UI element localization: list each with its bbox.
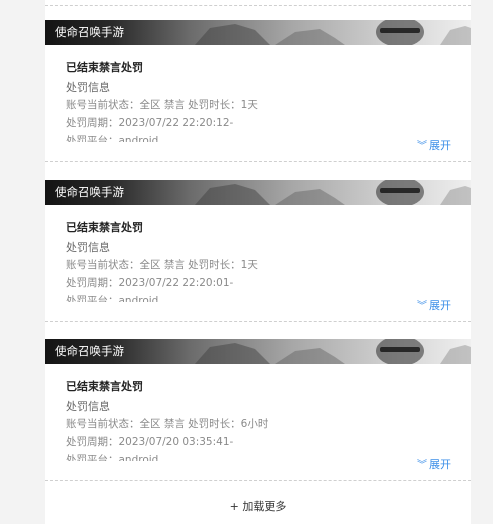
penalty-card: 使命召唤手游 已结束禁言处罚 处罚信息 账号当前状态：全区 禁言 处罚时长：1天…	[45, 20, 471, 162]
account-status: 账号当前状态：全区 禁言 处罚时长：1天	[66, 99, 258, 111]
double-chevron-down-icon: ︾	[417, 141, 427, 152]
record-title: 已结束禁言处罚	[66, 221, 143, 234]
double-chevron-down-icon: ︾	[417, 301, 427, 312]
divider	[45, 480, 471, 481]
account-status: 账号当前状态：全区 禁言 处罚时长：6小时	[66, 418, 269, 430]
double-chevron-down-icon: ︾	[417, 460, 427, 471]
expand-label: 展开	[429, 139, 451, 152]
expand-label: 展开	[429, 299, 451, 312]
divider	[45, 5, 471, 6]
game-banner: 使命召唤手游	[45, 339, 471, 364]
penalty-period: 处罚周期：2023/07/22 22:20:12-	[66, 117, 234, 129]
expand-label: 展开	[429, 458, 451, 471]
expand-button[interactable]: ︾ 展开	[417, 457, 451, 473]
game-banner: 使命召唤手游	[45, 20, 471, 45]
game-name: 使命召唤手游	[55, 185, 124, 199]
record-content: 已结束禁言处罚 处罚信息 账号当前状态：全区 禁言 处罚时长：1天 处罚周期：2…	[66, 220, 446, 302]
record-content: 已结束禁言处罚 处罚信息 账号当前状态：全区 禁言 处罚时长：1天 处罚周期：2…	[66, 60, 446, 142]
record-title: 已结束禁言处罚	[66, 61, 143, 74]
penalty-platform: 处罚平台：android	[66, 454, 159, 461]
section-label: 处罚信息	[66, 81, 110, 94]
record-title: 已结束禁言处罚	[66, 380, 143, 393]
penalty-platform: 处罚平台：android	[66, 295, 159, 302]
game-name: 使命召唤手游	[55, 344, 124, 358]
penalty-period: 处罚周期：2023/07/22 22:20:01-	[66, 277, 234, 289]
expand-button[interactable]: ︾ 展开	[417, 138, 451, 154]
penalty-period: 处罚周期：2023/07/20 03:35:41-	[66, 436, 234, 448]
load-more-button[interactable]: + 加载更多	[45, 497, 471, 517]
game-name: 使命召唤手游	[55, 25, 124, 39]
record-content: 已结束禁言处罚 处罚信息 账号当前状态：全区 禁言 处罚时长：6小时 处罚周期：…	[66, 379, 446, 461]
divider	[45, 161, 471, 162]
game-banner: 使命召唤手游	[45, 180, 471, 205]
penalty-card: 使命召唤手游 已结束禁言处罚 处罚信息 账号当前状态：全区 禁言 处罚时长：6小…	[45, 339, 471, 481]
penalty-record-list: 使命召唤手游 已结束禁言处罚 处罚信息 账号当前状态：全区 禁言 处罚时长：1天…	[45, 0, 471, 524]
penalty-card: 使命召唤手游 已结束禁言处罚 处罚信息 账号当前状态：全区 禁言 处罚时长：1天…	[45, 180, 471, 322]
page: 使命召唤手游 已结束禁言处罚 处罚信息 账号当前状态：全区 禁言 处罚时长：1天…	[0, 0, 493, 524]
divider	[45, 321, 471, 322]
penalty-platform: 处罚平台：android	[66, 135, 159, 142]
expand-button[interactable]: ︾ 展开	[417, 298, 451, 314]
account-status: 账号当前状态：全区 禁言 处罚时长：1天	[66, 259, 258, 271]
section-label: 处罚信息	[66, 241, 110, 254]
section-label: 处罚信息	[66, 400, 110, 413]
